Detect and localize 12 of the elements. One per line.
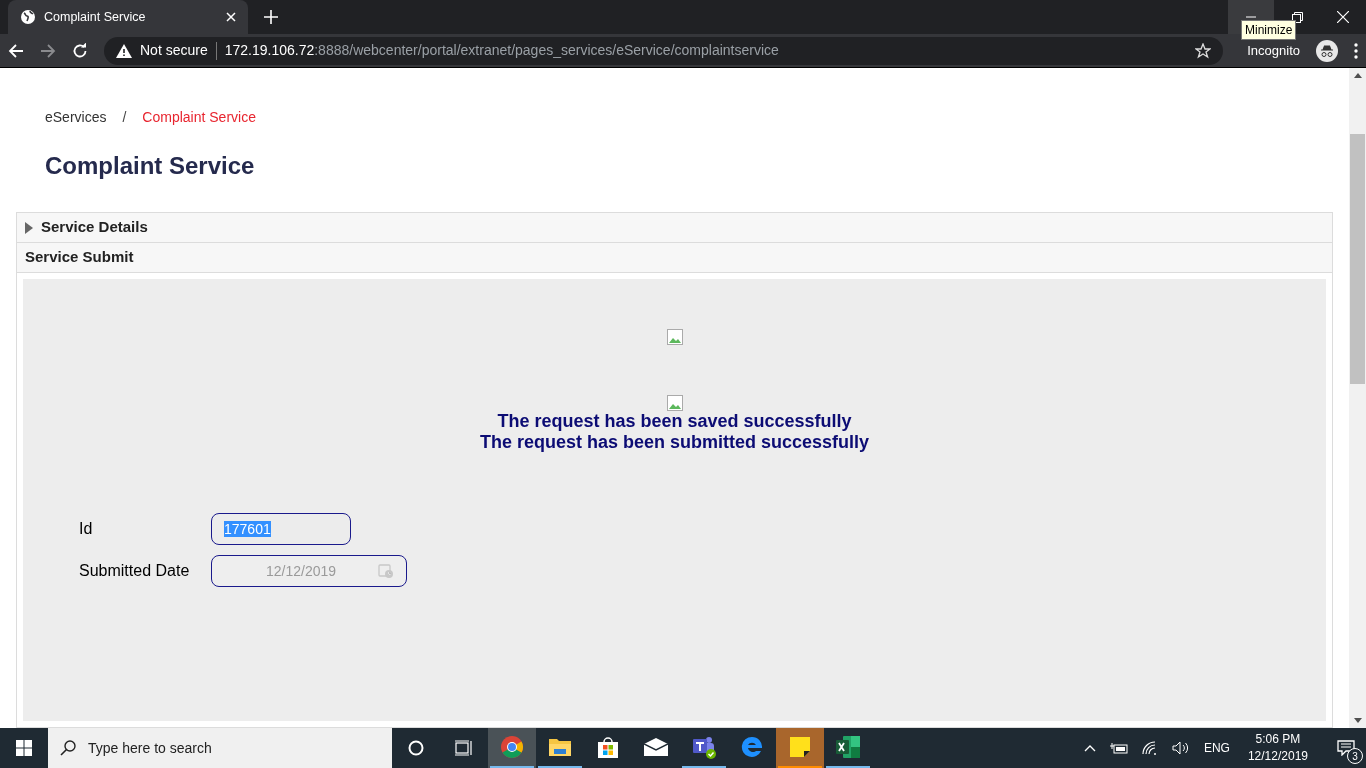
security-label: Not secure — [140, 41, 208, 60]
success-message: The request has been submitted successfully — [479, 432, 870, 453]
notification-badge: 3 — [1347, 748, 1363, 764]
tooltip: Minimize — [1241, 20, 1297, 40]
section-header: Service Submit — [17, 243, 1332, 273]
page-heading: Complaint Service — [44, 151, 256, 181]
url-text: 172.19.106.72:8888/webcenter/portal/extranet/pages_services/eService/complaintservice — [224, 41, 779, 60]
breadcrumb-separator: / — [122, 108, 127, 127]
success-message: The request has been saved successfully — [497, 411, 852, 432]
field-label: Submitted Date — [79, 561, 191, 581]
field-label: Id — [79, 519, 94, 539]
profile-label: Incognito — [1247, 41, 1300, 60]
